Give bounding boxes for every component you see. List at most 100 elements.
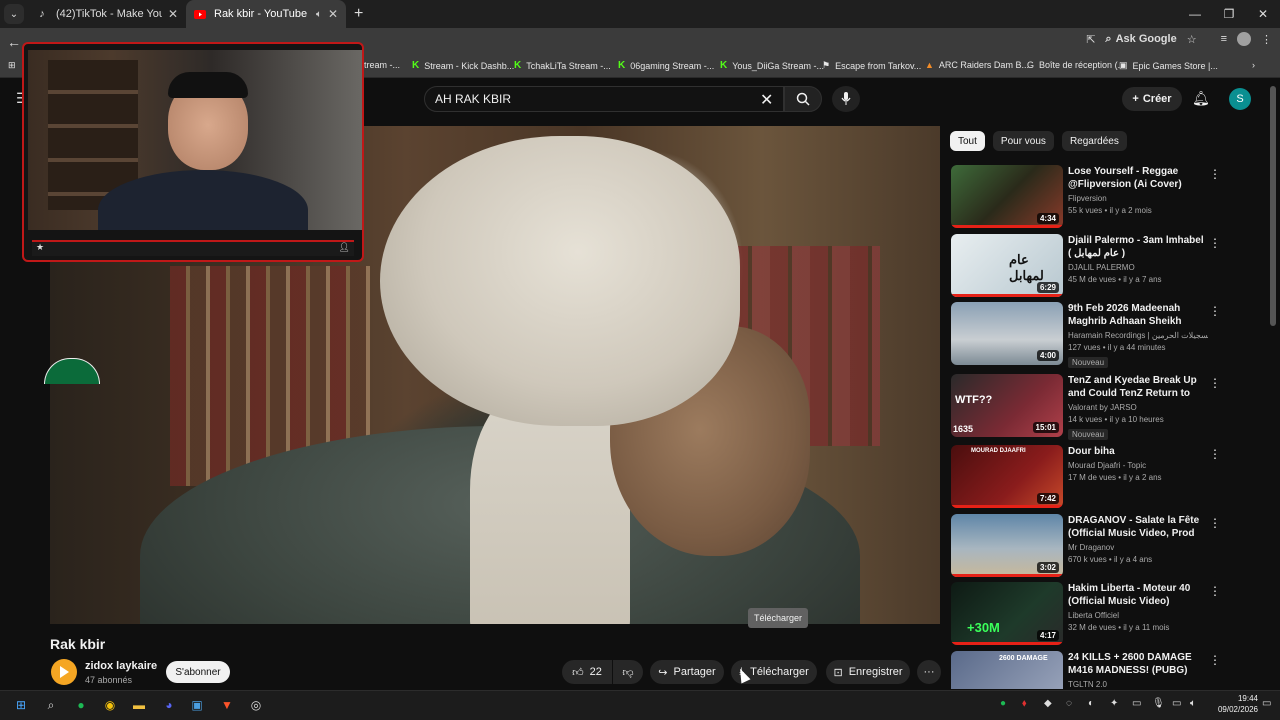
microphone-tray-icon[interactable]: 🎙︎ <box>1152 698 1165 709</box>
bookmark-label: ARC Raiders Dam B... <box>938 60 1029 70</box>
download-label: Télécharger <box>750 666 809 678</box>
notification-icon[interactable]: ▭ <box>1262 698 1271 709</box>
share-button[interactable]: ↪ Partager <box>650 660 724 684</box>
account-avatar[interactable]: S <box>1229 88 1251 110</box>
close-tab-icon[interactable]: ✕ <box>328 7 338 21</box>
close-tab-icon[interactable]: ✕ <box>168 7 178 21</box>
bookmark-star-icon[interactable]: ☆ <box>1187 33 1197 46</box>
video-thumbnail[interactable]: 4:34 <box>951 165 1063 228</box>
chip-watched[interactable]: Regardées <box>1061 131 1127 151</box>
more-menu-icon[interactable]: ⋮ <box>1261 33 1272 46</box>
tab-tiktok[interactable]: ♪ (42)TikTok - Make Your Day ✕ <box>28 0 186 28</box>
like-button[interactable]: 👍︎ 22 <box>562 660 612 684</box>
bookmark-item[interactable]: tream -... <box>364 60 400 70</box>
tray-mic-icon[interactable]: ⬧ <box>1022 698 1027 709</box>
search-query: AH RAK KBIR <box>435 92 512 106</box>
more-vertical-icon[interactable]: ⋮ <box>1209 236 1221 250</box>
speaker-icon[interactable]: 🔈︎ <box>316 9 322 20</box>
recommendation-item[interactable]: WTF?? 1635 15:01 TenZ and Kyedae Break U… <box>951 374 1251 440</box>
video-thumbnail[interactable]: MOURAD DJAAFRI 7:42 <box>951 445 1063 508</box>
new-tab-icon[interactable]: + <box>354 5 363 23</box>
kick-icon: K <box>514 60 522 71</box>
file-explorer-icon[interactable]: ▬ <box>130 696 148 714</box>
reading-list-icon[interactable]: ≡ <box>1221 33 1227 45</box>
bookmark-item[interactable]: ⚑ Escape from Tarkov... <box>822 60 921 71</box>
steam-icon[interactable]: ◐ <box>1088 698 1094 709</box>
chip-for-you[interactable]: Pour vous <box>992 131 1054 151</box>
more-vertical-icon[interactable]: ⋮ <box>1209 516 1221 530</box>
webcam-frame-bar <box>32 240 354 256</box>
more-vertical-icon[interactable]: ⋮ <box>1209 376 1221 390</box>
close-window-icon[interactable]: ✕ <box>1246 0 1280 28</box>
search-input[interactable]: AH RAK KBIR <box>424 86 784 112</box>
more-vertical-icon[interactable]: ⋮ <box>1209 584 1221 598</box>
recommendation-item[interactable]: MOURAD DJAAFRI 7:42 Dour biha Mourad Dja… <box>951 445 1251 509</box>
apps-grid-icon[interactable]: ⊞ <box>8 60 16 71</box>
system-clock[interactable]: 19:44 09/02/2026 <box>1210 693 1258 715</box>
minimize-icon[interactable]: — <box>1178 0 1212 28</box>
video-thumbnail[interactable]: 4:00 <box>951 302 1063 365</box>
recommendation-item[interactable]: عام لمهابل 6:29 Djalil Palermo - 3am lmh… <box>951 234 1251 298</box>
cast-icon[interactable]: ⇱ <box>1086 33 1095 46</box>
video-thumbnail[interactable]: +30M 4:17 <box>951 582 1063 645</box>
windows-start-icon[interactable]: ⊞ <box>12 696 30 714</box>
taskbar-search-icon[interactable]: ⌕ <box>42 696 60 714</box>
share-label: Partager <box>673 666 716 678</box>
spotify-tray-icon[interactable]: ● <box>1000 698 1006 709</box>
recommendation-item[interactable]: 4:34 Lose Yourself - Reggae @Flipversion… <box>951 165 1251 229</box>
bookmark-item[interactable]: G Boîte de réception (... <box>1027 60 1125 70</box>
clear-search-icon[interactable]: ✕ <box>760 90 773 110</box>
bookmark-item[interactable]: ▲ ARC Raiders Dam B... <box>925 60 1029 70</box>
recommendation-item[interactable]: 2600 DAMAGE 24 KILLS + 2600 DAMAGE M416 … <box>951 651 1251 689</box>
obs-icon[interactable]: ◎ <box>247 696 265 714</box>
page-scrollbar[interactable] <box>1270 86 1276 326</box>
channel-avatar[interactable] <box>51 659 77 685</box>
microphone-icon <box>841 92 851 105</box>
tab-youtube[interactable]: Rak kbir - YouTube 🔈︎ ✕ <box>186 0 346 28</box>
recommendation-item[interactable]: +30M 4:17 Hakim Liberta - Moteur 40 (Off… <box>951 582 1251 646</box>
chevron-right-icon[interactable]: › <box>1252 60 1255 70</box>
tray-app-icon[interactable]: ✦ <box>1110 698 1118 709</box>
create-button[interactable]: + Créer <box>1122 87 1182 111</box>
reco-channel: TGLTN 2.0 <box>1068 680 1107 689</box>
more-vertical-icon[interactable]: ⋮ <box>1209 167 1221 181</box>
brave-icon[interactable]: ▼ <box>218 696 236 714</box>
bookmark-item[interactable]: K Yous_DiiGa Stream -... <box>720 60 824 71</box>
bookmark-item[interactable]: K 06gaming Stream -... <box>618 60 714 71</box>
more-actions-button[interactable]: ··· <box>917 660 941 684</box>
recommendation-item[interactable]: 3:02 DRAGANOV - Salate la Fête (Official… <box>951 514 1251 578</box>
bookmark-item[interactable]: K Stream - Kick Dashb... <box>412 60 514 71</box>
tab-search-button[interactable]: ⌄ <box>4 4 24 24</box>
ask-google-button[interactable]: ⌕ Ask Google <box>1105 33 1176 46</box>
voice-search-button[interactable] <box>832 86 860 112</box>
channel-name[interactable]: zidox laykaire <box>85 660 157 672</box>
bookmark-item[interactable]: K TchakLiTa Stream -... <box>514 60 611 71</box>
more-vertical-icon[interactable]: ⋮ <box>1209 447 1221 461</box>
video-thumbnail[interactable]: 3:02 <box>951 514 1063 577</box>
more-vertical-icon[interactable]: ⋮ <box>1209 653 1221 667</box>
save-button[interactable]: ⊡ Enregistrer <box>826 660 910 684</box>
chip-all[interactable]: Tout <box>950 131 985 151</box>
video-thumbnail[interactable]: 2600 DAMAGE <box>951 651 1063 689</box>
spotify-icon[interactable]: ● <box>72 696 90 714</box>
search-button[interactable] <box>784 86 822 112</box>
profile-avatar[interactable] <box>1237 32 1251 46</box>
bookmark-item[interactable]: ▣ Epic Games Store |... <box>1119 60 1218 71</box>
subscribe-button[interactable]: S'abonner <box>166 661 230 683</box>
network-icon[interactable]: ▭ <box>1172 698 1181 709</box>
tray-app-icon[interactable]: ▭ <box>1132 698 1141 709</box>
restore-icon[interactable]: ❐ <box>1212 0 1246 28</box>
more-vertical-icon[interactable]: ⋮ <box>1209 304 1221 318</box>
video-thumbnail[interactable]: عام لمهابل 6:29 <box>951 234 1063 297</box>
photos-icon[interactable]: ▣ <box>188 696 206 714</box>
tray-app-icon[interactable]: ◆ <box>1044 698 1052 709</box>
notifications-bell-icon[interactable]: 🔔︎ <box>1192 90 1210 107</box>
tray-app-icon[interactable]: ◌ <box>1066 698 1072 709</box>
chrome-icon[interactable]: ◉ <box>101 696 119 714</box>
dislike-button[interactable]: 👎︎ <box>613 660 643 684</box>
recommendation-item[interactable]: 4:00 9th Feb 2026 Madeenah Maghrib Adhaa… <box>951 302 1251 368</box>
discord-icon[interactable]: ◕ <box>160 696 178 714</box>
like-count: 22 <box>589 666 602 678</box>
video-thumbnail[interactable]: WTF?? 1635 15:01 <box>951 374 1063 437</box>
volume-icon[interactable]: 🔈︎ <box>1190 698 1196 709</box>
